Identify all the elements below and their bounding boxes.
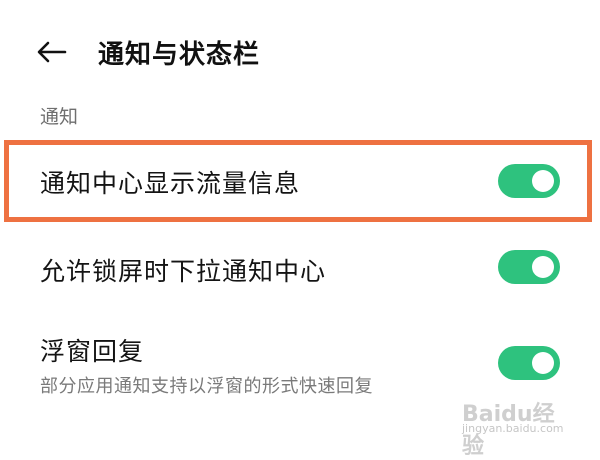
- lockscreen-pulldown-toggle[interactable]: [498, 250, 560, 284]
- setting-label: 浮窗回复: [40, 337, 145, 366]
- toggle-knob: [532, 256, 554, 278]
- watermark-url: jingyan.baidu.com: [462, 422, 564, 435]
- section-label: 通知: [40, 106, 79, 128]
- setting-label: 允许锁屏时下拉通知中心: [40, 257, 327, 286]
- setting-row-traffic-info[interactable]: 通知中心显示流量信息: [0, 140, 600, 222]
- setting-description: 部分应用通知支持以浮窗的形式快速回复: [40, 376, 373, 397]
- back-arrow-icon: [37, 41, 67, 63]
- setting-label: 通知中心显示流量信息: [40, 169, 301, 198]
- setting-row-floating-reply[interactable]: 浮窗回复 部分应用通知支持以浮窗的形式快速回复: [0, 318, 600, 402]
- page-title: 通知与状态栏: [98, 40, 261, 70]
- toggle-knob: [532, 170, 554, 192]
- floating-reply-toggle[interactable]: [498, 346, 560, 380]
- toggle-knob: [532, 352, 554, 374]
- baidu-watermark: Baidu经验 jingyan.baidu.com: [462, 396, 572, 459]
- traffic-info-toggle[interactable]: [498, 164, 560, 198]
- setting-row-lockscreen-pulldown[interactable]: 允许锁屏时下拉通知中心: [0, 232, 600, 304]
- back-button[interactable]: [28, 28, 76, 76]
- app-header: 通知与状态栏: [0, 0, 600, 100]
